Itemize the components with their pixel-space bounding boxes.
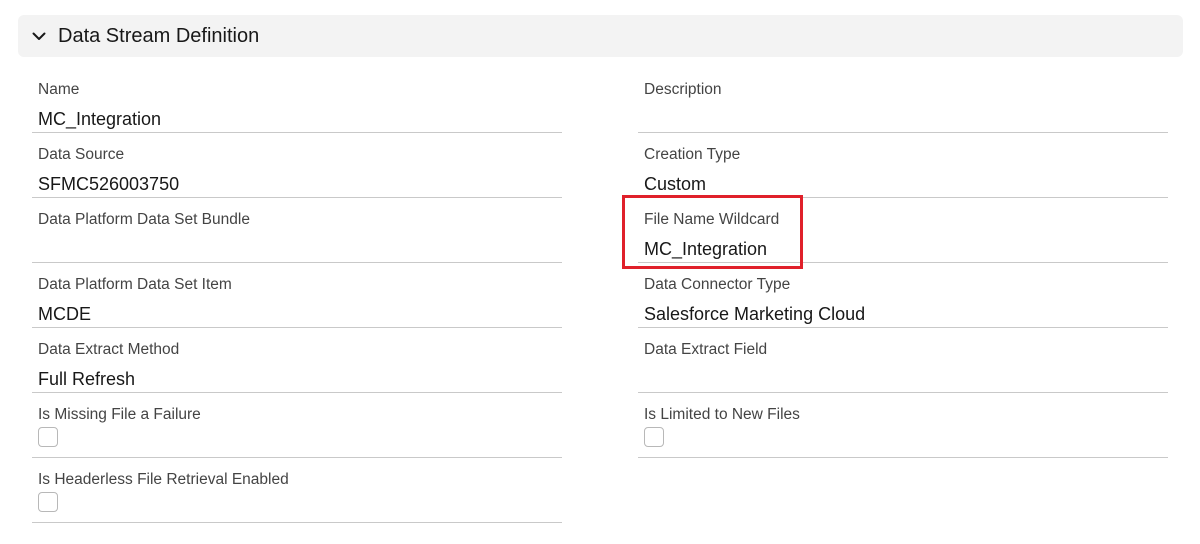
field-value: Full Refresh xyxy=(38,369,136,389)
field-missing-file-failure: Is Missing File a Failure xyxy=(32,393,562,458)
field-label: Is Limited to New Files xyxy=(644,406,800,423)
field-description: Description xyxy=(638,68,1168,133)
field-label: Data Connector Type xyxy=(644,276,791,293)
chevron-down-icon[interactable] xyxy=(31,28,47,44)
field-connector-type: Data Connector Type Salesforce Marketing… xyxy=(638,263,1168,328)
field-value: MCDE xyxy=(38,304,91,324)
field-label: Is Headerless File Retrieval Enabled xyxy=(38,471,289,488)
field-label: Data Platform Data Set Item xyxy=(38,276,232,293)
field-extract-method: Data Extract Method Full Refresh xyxy=(32,328,562,393)
missing-file-failure-checkbox[interactable] xyxy=(38,427,58,447)
field-value: Custom xyxy=(644,174,707,194)
field-label: Data Source xyxy=(38,146,125,163)
field-headerless-retrieval: Is Headerless File Retrieval Enabled xyxy=(32,458,562,523)
field-creation-type: Creation Type Custom xyxy=(638,133,1168,198)
field-label: Data Extract Method xyxy=(38,341,180,358)
field-label: Data Extract Field xyxy=(644,341,768,358)
field-label: Is Missing File a Failure xyxy=(38,406,201,423)
field-limited-new-files: Is Limited to New Files xyxy=(638,393,1168,458)
field-label: Creation Type xyxy=(644,146,741,163)
field-value: MC_Integration xyxy=(38,109,162,129)
field-data-source: Data Source SFMC526003750 xyxy=(32,133,562,198)
field-extract-field: Data Extract Field xyxy=(638,328,1168,393)
field-data-set-bundle: Data Platform Data Set Bundle xyxy=(32,198,562,263)
headerless-retrieval-checkbox[interactable] xyxy=(38,492,58,512)
field-value: Salesforce Marketing Cloud xyxy=(644,304,866,324)
field-label: Name xyxy=(38,81,80,98)
field-name: Name MC_Integration xyxy=(32,68,562,133)
field-data-set-item: Data Platform Data Set Item MCDE xyxy=(32,263,562,328)
field-file-name-wildcard: File Name Wildcard MC_Integration xyxy=(638,198,1168,263)
field-label: File Name Wildcard xyxy=(644,211,780,228)
field-label: Description xyxy=(644,81,722,98)
section-header-data-stream-definition[interactable]: Data Stream Definition xyxy=(18,15,1183,57)
field-value: MC_Integration xyxy=(644,239,768,259)
field-label: Data Platform Data Set Bundle xyxy=(38,211,250,228)
section-title: Data Stream Definition xyxy=(58,24,260,47)
field-value: SFMC526003750 xyxy=(38,174,180,194)
limited-new-files-checkbox[interactable] xyxy=(644,427,664,447)
